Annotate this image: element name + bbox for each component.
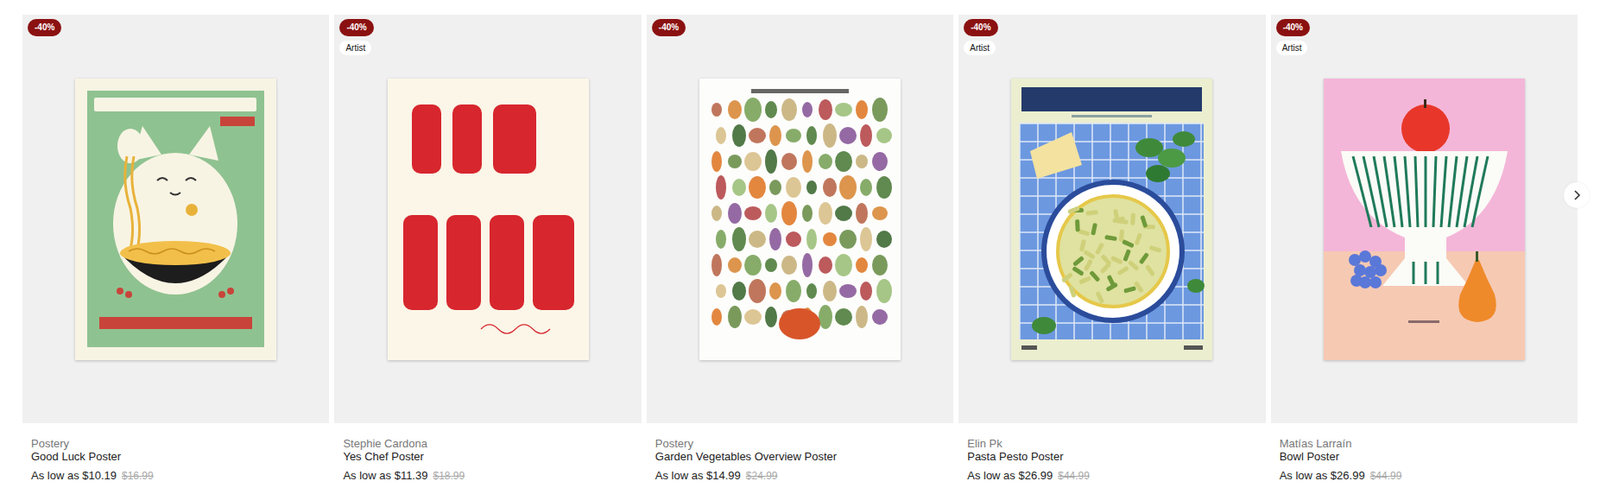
discount-badge: -40% <box>27 18 62 37</box>
product-info: Elin PkPasta Pesto Poster As low as $26.9… <box>958 423 1265 490</box>
poster-picture <box>387 78 589 361</box>
original-price: $18.99 <box>432 469 465 482</box>
badge-stack: -40% Artist <box>339 18 374 56</box>
poster-picture <box>75 78 277 361</box>
product-price: As low as $14.99 <box>655 468 741 482</box>
badge-stack: -40% Artist <box>1276 18 1310 56</box>
chevron-right-icon <box>1570 189 1583 202</box>
product-card[interactable]: -40% Artist Elin PkPasta Pesto Poster As lo… <box>958 14 1265 490</box>
product-image[interactable]: -40% Artist <box>1271 14 1578 424</box>
product-title[interactable]: Good Luck Poster <box>31 449 321 463</box>
product-price-row: As low as $10.19 $16.99 <box>31 468 321 483</box>
product-info: Stephie CardonaYes Chef Poster As low as … <box>334 423 641 490</box>
poster-picture <box>1011 78 1213 361</box>
badge-stack: -40% Artist <box>963 18 998 56</box>
product-price: As low as $26.99 <box>967 468 1053 482</box>
product-brand[interactable]: Stephie Cardona <box>342 436 633 450</box>
product-brand[interactable]: Postery <box>31 436 321 450</box>
product-info: PosteryGarden Vegetables Overview Poster… <box>646 423 954 490</box>
product-brand[interactable]: Matías Larraín <box>1279 436 1569 450</box>
artist-badge: Artist <box>339 40 372 56</box>
product-image[interactable]: -40% Artist <box>958 14 1265 424</box>
product-card[interactable]: -40% Artist Matías LarraínBowl Poster As lo… <box>1271 14 1578 490</box>
product-card[interactable]: -40% PosteryGarden Vegetables Overview Po… <box>646 14 954 490</box>
discount-badge: -40% <box>1276 18 1310 37</box>
product-brand[interactable]: Elin Pk <box>967 436 1257 450</box>
product-price: As low as $11.39 <box>342 468 428 482</box>
discount-badge: -40% <box>963 18 998 37</box>
product-title[interactable]: Yes Chef Poster <box>342 449 633 463</box>
product-price-row: As low as $11.39 $18.99 <box>342 468 633 483</box>
product-price-row: As low as $14.99 $24.99 <box>655 468 945 483</box>
product-info: Matías LarraínBowl Poster As low as $26.9… <box>1271 423 1578 490</box>
artist-badge: Artist <box>963 40 996 56</box>
product-price-row: As low as $26.99 $44.99 <box>967 468 1257 483</box>
product-image[interactable]: -40% <box>22 14 329 424</box>
product-title[interactable]: Bowl Poster <box>1279 449 1569 463</box>
product-brand[interactable]: Postery <box>655 436 945 450</box>
poster-picture <box>699 78 901 361</box>
product-image[interactable]: -40% Artist <box>334 14 641 424</box>
original-price: $44.99 <box>1057 469 1090 482</box>
next-button[interactable] <box>1563 182 1590 209</box>
discount-badge: -40% <box>651 18 686 37</box>
original-price: $16.99 <box>121 469 154 482</box>
original-price: $44.99 <box>1370 469 1403 482</box>
artist-badge: Artist <box>1276 40 1309 56</box>
badge-stack: -40% <box>27 18 62 37</box>
product-info: PosteryGood Luck Poster As low as $10.19 $… <box>22 423 329 490</box>
discount-badge: -40% <box>339 18 374 37</box>
original-price: $24.99 <box>746 469 778 482</box>
poster-picture <box>1323 78 1525 361</box>
product-carousel: -40%PosteryGood Luck PosterAs low as $10… <box>0 0 1600 490</box>
product-price: As low as $26.99 <box>1279 468 1366 482</box>
product-image[interactable]: -40% <box>646 14 954 424</box>
product-price-row: As low as $26.99 $44.99 <box>1279 468 1569 483</box>
product-title[interactable]: Garden Vegetables Overview Poster <box>655 449 945 463</box>
product-title[interactable]: Pasta Pesto Poster <box>967 449 1257 463</box>
badge-stack: -40% <box>651 18 686 37</box>
product-price: As low as $10.19 <box>31 468 117 482</box>
product-card[interactable]: -40% PosteryGood Luck Poster As low as $10… <box>22 14 329 490</box>
product-strip: -40%PosteryGood Luck PosterAs low as $10… <box>22 14 1578 490</box>
product-card[interactable]: -40% Artist Stephie CardonaYes Chef Poster… <box>334 14 641 490</box>
